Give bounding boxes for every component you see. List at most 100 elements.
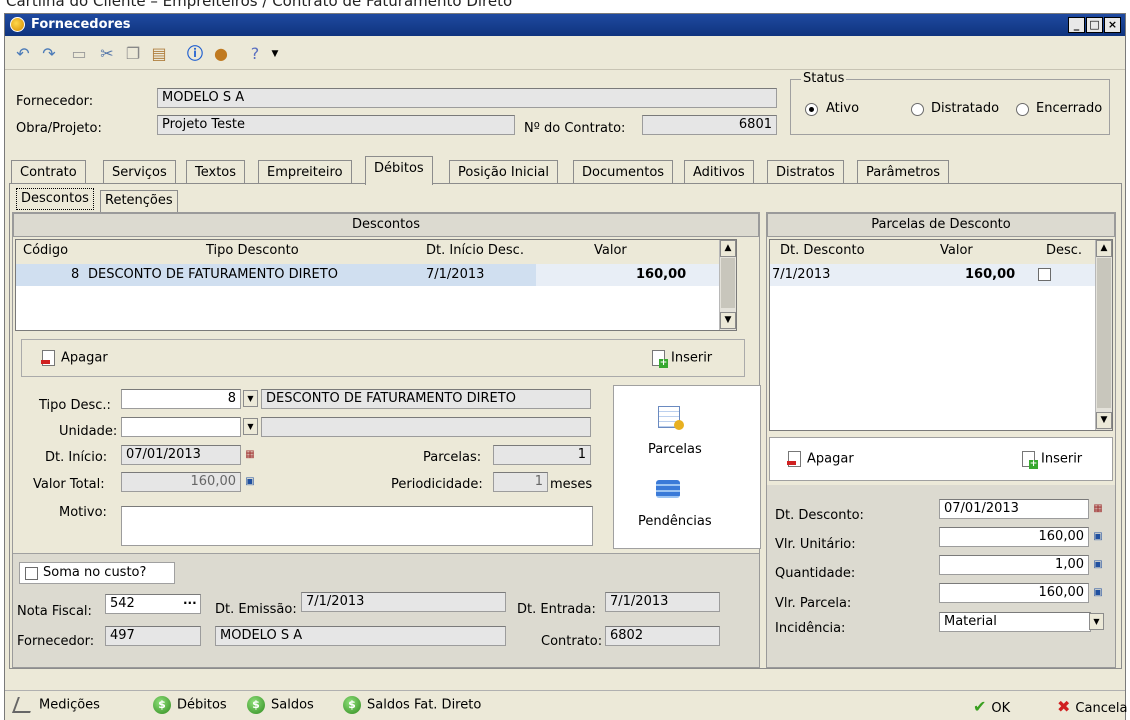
scroll-thumb[interactable]: [721, 258, 735, 308]
chevron-down-icon[interactable]: ▼: [243, 418, 258, 435]
parcelas-buttonbar: Apagar Inserir: [769, 437, 1113, 481]
saldos-button[interactable]: $ Saldos: [247, 696, 314, 714]
status-ativo-radio[interactable]: [805, 103, 818, 116]
stack-icon[interactable]: [656, 480, 680, 498]
debitos-button[interactable]: $ Débitos: [153, 696, 227, 714]
tab-documentos[interactable]: Documentos: [573, 160, 674, 184]
dt-inicio-field[interactable]: 07/01/2013: [121, 445, 241, 465]
table-row[interactable]: 8 DESCONTO DE FATURAMENTO DIRETO 7/1/201…: [16, 264, 719, 286]
col-valor[interactable]: Valor: [594, 243, 627, 258]
contrato-field[interactable]: 6801: [642, 115, 777, 135]
col-tipo[interactable]: Tipo Desconto: [206, 243, 299, 258]
tab-posicao-inicial[interactable]: Posição Inicial: [449, 160, 558, 184]
dollar-coin-icon: $: [247, 696, 265, 714]
status-encerrado-radio[interactable]: [1016, 103, 1029, 116]
pendencias-button[interactable]: Pendências: [638, 514, 712, 529]
inserir-desconto-button[interactable]: Inserir: [652, 350, 712, 368]
apagar-parcela-button[interactable]: Apagar: [787, 451, 854, 467]
calculator-icon[interactable]: ▣: [243, 475, 257, 489]
help-icon[interactable]: ?: [245, 44, 265, 64]
table-row[interactable]: 7/1/2013 160,00: [770, 264, 1095, 286]
soma-custo-checkbox[interactable]: [25, 567, 38, 580]
copy-icon[interactable]: ❐: [123, 44, 143, 64]
more-icon[interactable]: ···: [183, 596, 197, 610]
tab-parametros[interactable]: Parâmetros: [857, 160, 950, 184]
nota-fornecedor-label: Fornecedor:: [17, 634, 95, 649]
medicoes-button[interactable]: Medições: [12, 697, 100, 713]
scroll-down-icon[interactable]: ▼: [720, 312, 736, 329]
periodicidade-field[interactable]: 1: [493, 472, 548, 492]
tipo-desc-code[interactable]: 8: [121, 389, 241, 409]
parcela-desc-checkbox[interactable]: [1038, 268, 1051, 281]
subtab-descontos[interactable]: Descontos: [16, 188, 94, 210]
chevron-down-icon[interactable]: ▼: [1089, 613, 1104, 630]
cut-icon[interactable]: ✂: [97, 44, 117, 64]
ok-button[interactable]: ✔ OK: [973, 697, 1010, 716]
col-parcela-valor[interactable]: Valor: [940, 243, 973, 258]
paste-icon[interactable]: ▤: [149, 44, 169, 64]
col-dt-desconto[interactable]: Dt. Desconto: [780, 243, 865, 258]
unidade-field[interactable]: [121, 417, 241, 437]
maximize-button[interactable]: □: [1086, 17, 1103, 33]
dt-entrada-field[interactable]: 7/1/2013: [605, 592, 720, 612]
obra-field[interactable]: Projeto Teste: [157, 115, 515, 135]
quantidade-field[interactable]: 1,00: [939, 555, 1089, 575]
scroll-thumb[interactable]: [1097, 258, 1111, 408]
delete-doc-icon: [41, 350, 55, 366]
window-title: Fornecedores: [31, 17, 131, 32]
parcelas-field[interactable]: 1: [493, 445, 591, 465]
close-button[interactable]: ×: [1104, 17, 1121, 33]
dollar-coin-icon: $: [153, 696, 171, 714]
tab-servicos[interactable]: Serviços: [103, 160, 176, 184]
fornecedor-field[interactable]: MODELO S A: [157, 88, 777, 108]
scroll-down-icon[interactable]: ▼: [1096, 412, 1112, 429]
incidencia-select[interactable]: Material: [939, 612, 1091, 632]
cancela-button[interactable]: ✖ Cancela: [1057, 697, 1127, 716]
dt-desconto-field[interactable]: 07/01/2013: [939, 499, 1089, 519]
calendar-icon[interactable]: ▦: [243, 448, 257, 462]
nota-contrato-field[interactable]: 6802: [605, 626, 720, 646]
valor-total-field[interactable]: 160,00: [121, 472, 241, 492]
row-valor: 160,00: [636, 267, 687, 282]
tab-empreiteiro[interactable]: Empreiteiro: [258, 160, 352, 184]
tab-distratos[interactable]: Distratos: [767, 160, 844, 184]
info-icon[interactable]: ⓘ: [185, 44, 205, 64]
tab-textos[interactable]: Textos: [186, 160, 246, 184]
calendar-icon[interactable]: ▦: [1091, 502, 1105, 516]
calculator-icon[interactable]: ▣: [1091, 530, 1105, 544]
help-dropdown-icon[interactable]: ▼: [265, 44, 285, 64]
vlr-parcela-field[interactable]: 160,00: [939, 583, 1089, 603]
calculator-icon[interactable]: ▣: [1091, 586, 1105, 600]
chevron-down-icon[interactable]: ▼: [243, 390, 258, 407]
calculator-icon[interactable]: ▣: [1091, 558, 1105, 572]
apagar-desconto-button[interactable]: Apagar: [41, 350, 108, 366]
col-desc[interactable]: Desc.: [1046, 243, 1082, 258]
dt-emissao-field[interactable]: 7/1/2013: [301, 592, 506, 612]
inserir-parcela-button[interactable]: Inserir: [1022, 451, 1082, 469]
save-icon[interactable]: ▭: [69, 44, 89, 64]
status-ativo-label: Ativo: [826, 101, 860, 116]
minimize-button[interactable]: _: [1068, 17, 1085, 33]
redo-icon[interactable]: ↷: [39, 44, 59, 64]
row-tipo: DESCONTO DE FATURAMENTO DIRETO: [88, 267, 338, 282]
vlr-unitario-field[interactable]: 160,00: [939, 527, 1089, 547]
col-inicio[interactable]: Dt. Início Desc.: [426, 243, 524, 258]
tab-aditivos[interactable]: Aditivos: [684, 160, 754, 184]
descontos-scrollbar[interactable]: ▲ ▼: [719, 240, 736, 330]
subtab-retencoes[interactable]: Retenções: [100, 190, 178, 212]
undo-icon[interactable]: ↶: [13, 44, 33, 64]
col-codigo[interactable]: Código: [23, 243, 68, 258]
soma-custo-label: Soma no custo?: [43, 565, 147, 580]
motivo-field[interactable]: [121, 506, 593, 546]
nota-fornecedor-code[interactable]: 497: [105, 626, 201, 646]
saldos-fat-direto-button[interactable]: $ Saldos Fat. Direto: [343, 696, 481, 714]
parcelas-button[interactable]: Parcelas: [648, 442, 702, 457]
parcelas-header: Parcelas de Desconto: [767, 213, 1115, 237]
scroll-up-icon[interactable]: ▲: [1096, 240, 1112, 257]
status-distratado-radio[interactable]: [911, 103, 924, 116]
tab-debitos[interactable]: Débitos: [365, 156, 433, 185]
tab-contrato[interactable]: Contrato: [11, 160, 86, 184]
user-icon[interactable]: ●: [211, 44, 231, 64]
scroll-up-icon[interactable]: ▲: [720, 240, 736, 257]
parcelas-scrollbar[interactable]: ▲ ▼: [1095, 240, 1112, 430]
